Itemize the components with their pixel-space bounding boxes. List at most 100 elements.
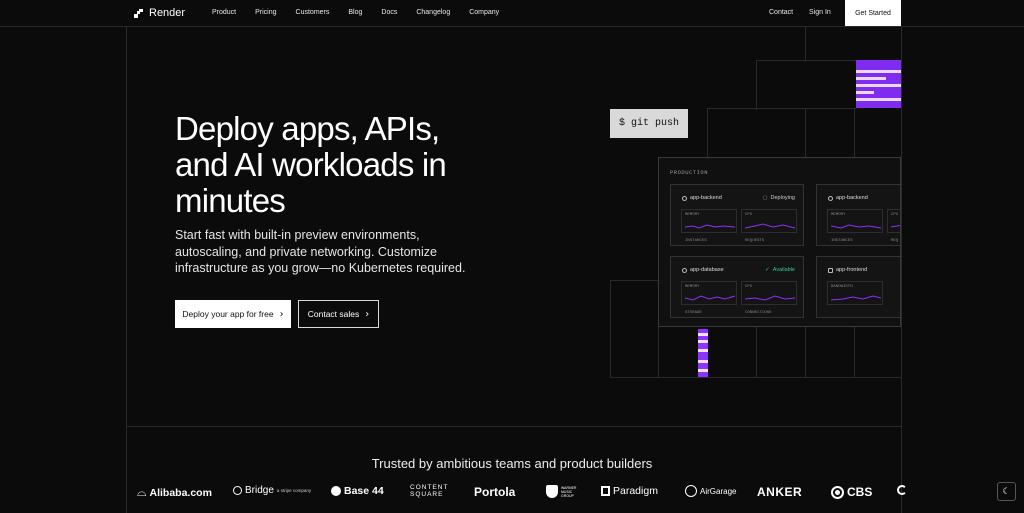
logo-subtext: a stripe company	[276, 488, 312, 493]
brand-name: Render	[149, 7, 186, 19]
sparkline	[891, 224, 900, 228]
logo-text: SQUARE	[410, 491, 444, 498]
service-name: app-frontend	[836, 267, 868, 273]
service-name: app-backend	[690, 195, 722, 201]
service-name-row: app-backend	[828, 195, 868, 201]
spinner-icon: ◌	[762, 195, 768, 201]
grid-line	[707, 108, 856, 109]
service-name-row: app-backend	[682, 195, 722, 201]
metric-label: MEMORY	[831, 213, 846, 217]
airgarage-mark-icon	[685, 485, 697, 497]
cbs-logo: CBS	[831, 485, 872, 499]
logo-text: Portola	[474, 485, 516, 499]
browser-icon	[828, 267, 833, 273]
logo-text: Base 44	[344, 485, 384, 497]
paradigm-mark-icon	[601, 486, 610, 496]
section-divider	[126, 426, 902, 427]
grid-line	[805, 27, 806, 60]
nav-customers[interactable]: Customers	[296, 9, 330, 16]
grid-line	[805, 108, 806, 157]
chevron-right-icon: ›	[365, 308, 370, 320]
service-name-row: app-database	[682, 267, 724, 273]
service-card: app-database ✓ Available MEMORY STORAGE …	[670, 256, 804, 318]
metric-memory: MEMORY	[681, 209, 737, 233]
status-text: Available	[772, 267, 795, 273]
grid-line	[658, 327, 659, 377]
sparkline	[745, 223, 795, 229]
grid-line	[610, 280, 611, 377]
grid-line	[756, 60, 757, 110]
service-name: app-backend	[836, 195, 868, 201]
partial-logo-icon	[897, 485, 907, 495]
logo-text: Bridge	[245, 485, 274, 496]
status-badge: ◌ Deploying	[763, 195, 795, 201]
base44-logo: Base 44	[331, 485, 384, 497]
nav-company[interactable]: Company	[469, 9, 499, 16]
service-name-row: app-frontend	[828, 267, 867, 273]
metric-foot: INSTANCES	[685, 239, 707, 243]
logo-text: Paradigm	[613, 485, 658, 497]
logo-text: Alibaba.com	[149, 486, 212, 499]
contact-sales-button[interactable]: Contact sales ›	[298, 300, 379, 328]
nav-changelog[interactable]: Changelog	[416, 9, 450, 16]
frame-line-left	[126, 27, 127, 513]
deploy-free-label: Deploy your app for free	[182, 309, 274, 319]
metric-foot: INSTANCES	[831, 239, 853, 243]
customer-logos: ⌓ Alibaba.com Bridge a stripe company Ba…	[137, 484, 907, 501]
airgarage-logo: AirGarage	[685, 485, 736, 497]
trusted-heading: Trusted by ambitious teams and product b…	[371, 456, 653, 471]
alibaba-logo: ⌓ Alibaba.com	[137, 485, 212, 500]
nav-docs[interactable]: Docs	[381, 9, 397, 16]
theme-toggle-button[interactable]: ☾	[997, 482, 1016, 501]
contact-sales-label: Contact sales	[307, 309, 360, 319]
metric-cpu: CPU	[887, 209, 900, 233]
circle-logo-icon	[897, 485, 907, 495]
grid-line	[610, 280, 658, 281]
logo-text: WARNER MUSIC GROUP	[561, 485, 577, 498]
nav-blog[interactable]: Blog	[348, 9, 362, 16]
grid-line	[610, 377, 901, 378]
deploy-free-button[interactable]: Deploy your app for free ›	[175, 300, 291, 328]
check-icon: ✓	[765, 267, 770, 273]
grid-line	[756, 60, 856, 61]
hero-subtitle: Start fast with built-in preview environ…	[175, 228, 466, 275]
get-started-button[interactable]: Get Started	[845, 0, 901, 26]
metric-label: CPU	[891, 213, 899, 217]
panel-label: PRODUCTION	[670, 169, 709, 176]
production-panel: PRODUCTION app-backend ◌ Deploying MEMOR…	[658, 157, 901, 327]
service-card: app-backend MEMORY INSTANCES CPU REQ	[816, 184, 900, 246]
chevron-right-icon: ›	[279, 308, 284, 320]
bridge-logo: Bridge a stripe company	[233, 485, 311, 496]
metric-foot: REQ	[891, 239, 899, 243]
nav-links: Product Pricing Customers Blog Docs Chan…	[212, 9, 518, 16]
metric-label: MEMORY	[685, 285, 700, 289]
contentsquare-logo: CONTENT SQUARE	[410, 484, 448, 498]
warner-logo: WARNER MUSIC GROUP	[546, 485, 583, 498]
service-card: app-backend ◌ Deploying MEMORY INSTANCES…	[670, 184, 804, 246]
hero-title: Deploy apps, APIs, and AI workloads in m…	[175, 110, 447, 219]
frame-line-right	[901, 27, 902, 513]
metric-label: BANDWIDTH	[831, 285, 853, 289]
sign-in-link[interactable]: Sign In	[809, 9, 831, 16]
brand-logo[interactable]: Render	[134, 7, 185, 19]
nav-product[interactable]: Product	[212, 9, 236, 16]
nav-contact[interactable]: Contact	[769, 9, 793, 16]
status-text: Deploying	[770, 195, 795, 201]
base44-mark-icon	[331, 486, 341, 496]
metric-memory: MEMORY	[827, 209, 883, 233]
grid-line	[854, 327, 855, 377]
metric-cpu: CPU	[741, 209, 797, 233]
nav-pricing[interactable]: Pricing	[255, 9, 276, 16]
bridge-mark-icon	[233, 486, 242, 495]
portola-logo: Portola	[474, 485, 515, 499]
metric-label: MEMORY	[685, 213, 700, 217]
git-push-command: $ git push	[610, 109, 688, 138]
alibaba-mark-icon: ⌓	[137, 485, 147, 499]
warner-shield-icon	[546, 485, 558, 498]
moon-icon: ☾	[1002, 486, 1011, 497]
metric-foot: CONNECTIONS	[745, 311, 772, 315]
metric-label: CPU	[745, 213, 753, 217]
purple-accent-block	[856, 60, 901, 108]
sparkline	[831, 224, 881, 229]
service-card: app-frontend BANDWIDTH	[816, 256, 900, 318]
